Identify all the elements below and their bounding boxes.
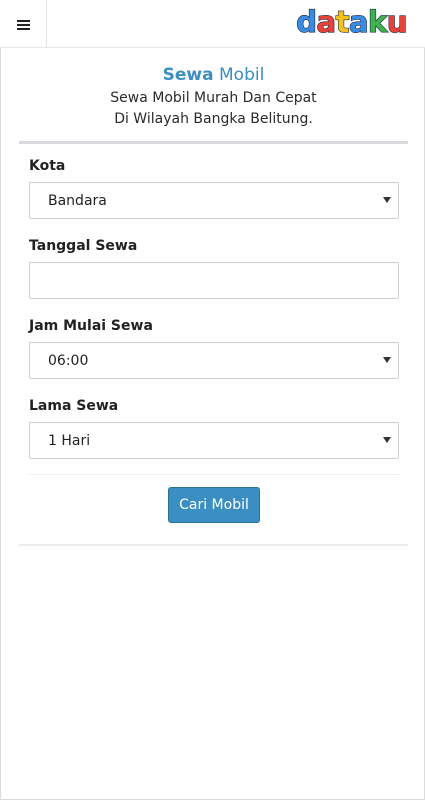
- caret-down-icon: [383, 197, 391, 203]
- title-bold: Sewa: [162, 65, 214, 85]
- caret-down-icon: [383, 357, 391, 363]
- jam-value: 06:00: [48, 353, 89, 369]
- logo-letter: a: [316, 4, 337, 39]
- logo-letter: d: [296, 4, 318, 39]
- title-rest: Mobil: [213, 65, 265, 85]
- tanggal-input[interactable]: [29, 262, 399, 299]
- kota-value: Bandara: [48, 193, 107, 209]
- kota-select[interactable]: Bandara: [29, 182, 399, 219]
- jam-label: Jam Mulai Sewa: [29, 318, 153, 334]
- lama-label: Lama Sewa: [29, 398, 119, 414]
- logo[interactable]: dataku: [296, 4, 408, 39]
- kota-label: Kota: [29, 158, 66, 174]
- lama-value: 1 Hari: [48, 433, 91, 449]
- form-divider: [29, 474, 399, 475]
- menu-button[interactable]: [0, 0, 47, 48]
- logo-letter: t: [335, 4, 350, 39]
- search-car-button[interactable]: Cari Mobil: [168, 487, 260, 523]
- tanggal-label: Tanggal Sewa: [29, 238, 138, 254]
- bottom-divider: [19, 544, 408, 546]
- logo-letter: k: [367, 4, 387, 39]
- hamburger-icon: [16, 19, 30, 30]
- logo-letter: u: [386, 4, 408, 39]
- logo-letter: a: [348, 4, 369, 39]
- top-bar: dataku: [0, 0, 425, 48]
- main-panel: Sewa Mobil Sewa Mobil Murah Dan Cepat Di…: [0, 48, 425, 800]
- subtitle-line-2: Di Wilayah Bangka Belitung.: [114, 111, 313, 127]
- lama-select[interactable]: 1 Hari: [29, 422, 399, 459]
- jam-select[interactable]: 06:00: [29, 342, 399, 379]
- caret-down-icon: [383, 437, 391, 443]
- page-title: Sewa Mobil: [1, 64, 425, 86]
- divider: [19, 141, 408, 144]
- subtitle-line-1: Sewa Mobil Murah Dan Cepat: [110, 90, 317, 106]
